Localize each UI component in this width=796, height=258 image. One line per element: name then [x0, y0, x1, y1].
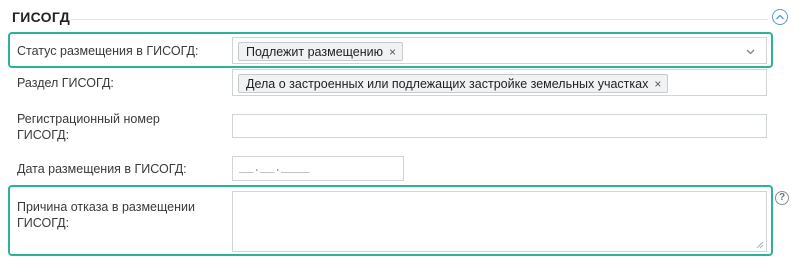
reason-label-line1: Причина отказа в размещении — [17, 200, 195, 214]
collapse-section-button[interactable] — [772, 9, 788, 25]
date-mask: __.__.____ — [239, 161, 310, 175]
status-tag-label: Подлежит размещению — [246, 44, 383, 59]
reg-number-label-line2: ГИСОГД: — [17, 128, 70, 142]
reason-textarea[interactable] — [232, 191, 767, 252]
chevron-down-icon[interactable] — [745, 46, 756, 57]
status-tag-remove-icon[interactable]: × — [389, 45, 396, 59]
gisogd-panel: ГИСОГД Статус размещения в ГИСОГД: Подле… — [0, 0, 796, 258]
date-input[interactable]: __.__.____ — [232, 156, 404, 181]
razdel-select[interactable]: Дела о застроенных или подлежащих застро… — [232, 69, 767, 96]
resize-grip-icon[interactable] — [756, 241, 764, 249]
razdel-tag-label: Дела о застроенных или подлежащих застро… — [246, 76, 649, 91]
status-label: Статус размещения в ГИСОГД: — [17, 44, 199, 58]
reg-number-input[interactable] — [232, 114, 767, 138]
status-select[interactable]: Подлежит размещению × — [232, 37, 767, 64]
razdel-label: Раздел ГИСОГД: — [17, 76, 114, 90]
reason-label: Причина отказа в размещении ГИСОГД: — [17, 199, 195, 231]
reason-label-line2: ГИСОГД: — [17, 216, 70, 230]
razdel-tag: Дела о застроенных или подлежащих застро… — [238, 74, 669, 93]
help-icon[interactable]: ? — [775, 191, 789, 205]
section-title: ГИСОГД — [12, 9, 71, 25]
reg-number-label: Регистрационный номер ГИСОГД: — [17, 111, 160, 143]
chevron-up-circle-icon — [776, 14, 784, 20]
reg-number-label-line1: Регистрационный номер — [17, 112, 160, 126]
section-divider — [70, 19, 768, 20]
status-tag: Подлежит размещению × — [238, 42, 404, 61]
razdel-tag-remove-icon[interactable]: × — [654, 77, 661, 91]
date-label: Дата размещения в ГИСОГД: — [17, 162, 187, 176]
